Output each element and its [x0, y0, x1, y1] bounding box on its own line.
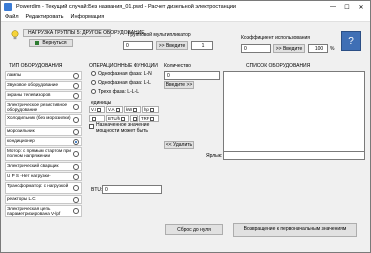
unit-vi[interactable]: V.I: [89, 106, 105, 113]
equipment-type-item[interactable]: Звуковое оборудование: [5, 81, 82, 90]
phase1-radio[interactable]: [91, 71, 96, 76]
unit-blank-2[interactable]: [130, 115, 138, 122]
equipment-type-radio[interactable]: [73, 73, 79, 79]
equipment-type-item[interactable]: Трансформатор: с нагрузкой: [5, 182, 82, 194]
equipment-type-item[interactable]: Мотор: с прямым стартом при полном напря…: [5, 147, 82, 161]
equipment-type-radio[interactable]: [73, 185, 79, 191]
help-button[interactable]: ?: [341, 31, 361, 51]
multiplier-result: 1: [191, 41, 213, 50]
equipment-type-label: морозильник: [7, 128, 35, 133]
label-field-label: Ярлык:: [206, 153, 223, 159]
equipment-type-label: Электрическое резистивное оборудование: [7, 102, 68, 113]
multiplier-enter-button[interactable]: >> Введите: [156, 41, 188, 50]
multiplier-label: Групповой мультипликатор: [128, 32, 191, 38]
equipment-type-item[interactable]: реакторы L.C: [5, 195, 82, 204]
equipment-listbox[interactable]: [223, 71, 365, 156]
equipment-type-radio[interactable]: [73, 104, 79, 110]
phase3-label: Трехх фаза: L-L-L: [98, 89, 139, 95]
equipment-type-radio[interactable]: [73, 93, 79, 99]
equipment-type-label: Мотор: с прямым стартом при полном напря…: [7, 148, 72, 159]
usage-input[interactable]: 0: [241, 44, 271, 53]
menu-file[interactable]: Файл: [5, 14, 19, 20]
equipment-type-label: экраны телевизоров: [7, 92, 51, 97]
equipment-type-label: Трансформатор: с нагрузкой: [7, 183, 69, 188]
title-bar: Powerdim - Текущий случай:Без названия_0…: [1, 1, 370, 13]
equipment-type-radio[interactable]: [73, 174, 79, 180]
close-button[interactable]: ✕: [354, 1, 368, 13]
usage-unit: %: [330, 46, 335, 52]
equipment-type-radio[interactable]: [73, 83, 79, 89]
unit-hp[interactable]: hp: [142, 106, 159, 113]
phase2-radio[interactable]: [91, 80, 96, 85]
unit-kw[interactable]: kW: [124, 106, 141, 113]
usage-label: Коэффициент использования: [241, 35, 310, 41]
back-button[interactable]: Вернуться: [29, 39, 73, 47]
unit-trf[interactable]: TRF: [139, 115, 159, 122]
lightbulb-icon: [11, 30, 19, 40]
multiplier-input[interactable]: 0: [123, 41, 153, 50]
equipment-list-title: СПИСОК ОБОРУДОВАНИЯ: [246, 63, 311, 69]
unit-btuh[interactable]: BTU/h: [106, 115, 129, 122]
usage-result: 100: [308, 44, 328, 53]
equipment-type-radio[interactable]: [73, 164, 79, 170]
ops-title: ОПЕРАЦИОННЫЕ ФУНКЦИИ: [89, 63, 158, 69]
equipment-type-radio[interactable]: [73, 151, 79, 157]
equipment-type-label: U P S -Нет нагрузки-: [7, 173, 51, 178]
reset-button[interactable]: Сброс до нуля: [165, 224, 223, 235]
quantity-enter-button[interactable]: Введите >>: [164, 81, 194, 89]
equipment-type-item[interactable]: экраны телевизоров: [5, 91, 82, 100]
equipment-type-label: лампы: [7, 72, 22, 77]
label-field-input[interactable]: [223, 151, 365, 160]
equipment-type-item[interactable]: Электрическая цепь параметризирована V-l…: [5, 205, 82, 217]
equipment-type-label: Холодильник (без морозилки): [7, 115, 71, 120]
unit-blank[interactable]: [89, 115, 105, 122]
equipment-type-item[interactable]: U P S -Нет нагрузки-: [5, 172, 82, 181]
quantity-input[interactable]: 0: [164, 71, 220, 80]
equipment-type-label: кондиционер: [7, 138, 35, 143]
equipment-type-radio[interactable]: [73, 117, 79, 123]
minimize-button[interactable]: —: [326, 1, 340, 13]
back-icon: [35, 41, 40, 45]
equipment-type-radio[interactable]: [73, 197, 79, 203]
phase1-label: Однофазная фаза: L-N: [98, 71, 152, 77]
equipment-type-item[interactable]: Холодильник (без морозилки): [5, 114, 82, 126]
equipment-type-label: Электрический сварщик: [7, 163, 59, 168]
usage-enter-button[interactable]: >> Введите: [273, 44, 305, 53]
back-label: Вернуться: [42, 40, 67, 46]
equipment-type-label: Электрическая цепь параметризирована V-l…: [7, 206, 61, 217]
unit-va[interactable]: V.A: [106, 106, 123, 113]
assigned-label: Назначенное значение мощности может быть: [96, 122, 150, 134]
equipment-type-item[interactable]: Электрический сварщик: [5, 162, 82, 171]
btu-input[interactable]: 0: [102, 185, 162, 194]
phase2-label: Однофазная фаза: L-L: [98, 80, 151, 86]
restore-button[interactable]: Возвращение к первоначальным значениям: [233, 223, 357, 237]
equipment-type-radio[interactable]: [73, 139, 79, 145]
menu-info[interactable]: Информация: [71, 14, 105, 20]
app-icon: [4, 3, 12, 11]
equipment-type-item[interactable]: морозильник: [5, 127, 82, 136]
group-title-box: НАГРУЗКА ГРУППЫ 5: ДРУГОЕ ОБОРУДОВАНИЕ: [23, 29, 145, 37]
delete-button[interactable]: << Удалить: [164, 141, 194, 149]
phase3-radio[interactable]: [91, 89, 96, 94]
equipment-type-label: Звуковое оборудование: [7, 82, 59, 87]
equipment-type-item[interactable]: Электрическое резистивное оборудование: [5, 101, 82, 113]
menu-bar: Файл Редактировать Информация: [1, 13, 370, 22]
app-window: Powerdim - Текущий случай:Без названия_0…: [0, 0, 371, 253]
assigned-checkbox[interactable]: [89, 124, 94, 129]
window-title: Powerdim - Текущий случай:Без названия_0…: [16, 4, 237, 10]
equipment-type-item[interactable]: кондиционер: [5, 137, 82, 146]
maximize-button[interactable]: ☐: [340, 1, 354, 13]
equipment-type-radio[interactable]: [73, 129, 79, 135]
menu-edit[interactable]: Редактировать: [26, 14, 64, 20]
equipment-type-item[interactable]: лампы: [5, 71, 82, 80]
equipment-type-title: ТИП ОБОРУДОВАНИЯ: [9, 63, 63, 69]
btu-label: BTU:: [91, 187, 103, 193]
equipment-type-label: реакторы L.C: [7, 196, 36, 201]
equipment-type-radio[interactable]: [73, 208, 79, 214]
quantity-label: Количество: [164, 63, 191, 69]
